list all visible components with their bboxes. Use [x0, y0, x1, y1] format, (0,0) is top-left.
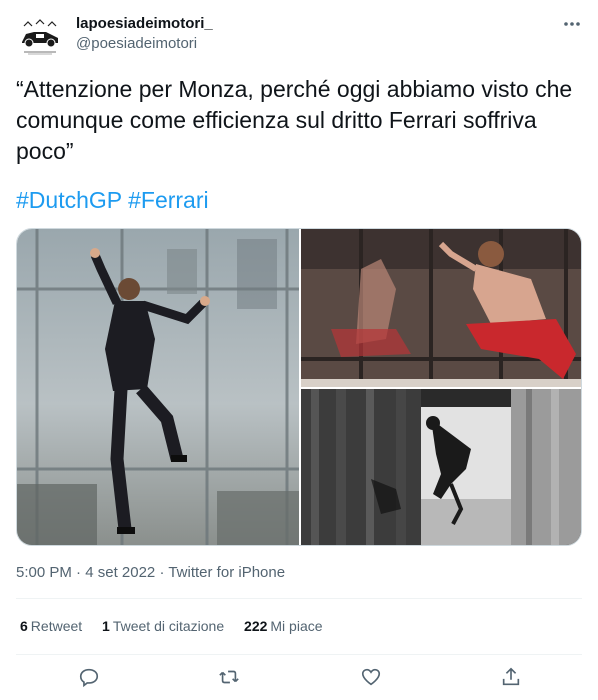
- photo-climbing-person[interactable]: [301, 229, 581, 387]
- tweet-time[interactable]: 5:00 PM: [16, 564, 72, 581]
- share-icon[interactable]: [498, 664, 524, 690]
- quotes-stat[interactable]: 1 Tweet di citazione: [102, 616, 224, 636]
- likes-count: 222: [244, 618, 268, 634]
- avatar[interactable]: [16, 12, 64, 60]
- likes-stat[interactable]: 222 Mi piace: [244, 616, 323, 636]
- tweet-date[interactable]: 4 set 2022: [85, 564, 155, 581]
- tweet-meta: 5:00 PM · 4 set 2022 · Twitter for iPhon…: [16, 563, 285, 583]
- hashtag-link[interactable]: #DutchGP: [16, 187, 122, 213]
- quotes-count: 1: [102, 618, 110, 634]
- tweet-actions: [16, 664, 582, 690]
- divider: [16, 598, 582, 599]
- heart-icon[interactable]: [358, 664, 384, 690]
- tweet-header: lapoesiadeimotori_ @poesiadeimotori: [16, 12, 582, 60]
- retweets-label: Retweet: [30, 618, 83, 634]
- car-logo-icon: [16, 12, 64, 60]
- tweet-text: “Attenzione per Monza, perché oggi abbia…: [16, 76, 573, 164]
- meta-separator: ·: [71, 564, 86, 581]
- hashtag-link[interactable]: #Ferrari: [128, 187, 209, 213]
- author-names: lapoesiadeimotori_ @poesiadeimotori: [76, 14, 213, 54]
- display-name[interactable]: lapoesiadeimotori_: [76, 14, 213, 34]
- reply-icon[interactable]: [76, 664, 102, 690]
- tweet-stats: 6 Retweet 1 Tweet di citazione 222 Mi piace: [20, 616, 339, 636]
- retweet-icon[interactable]: [216, 664, 242, 690]
- more-horizontal-icon[interactable]: [562, 14, 582, 34]
- divider: [16, 654, 582, 655]
- meta-separator: ·: [155, 564, 169, 581]
- tweet-card: lapoesiadeimotori_ @poesiadeimotori “Att…: [0, 0, 598, 700]
- photo-leaping-cat[interactable]: [301, 389, 581, 545]
- photo-climbing-man[interactable]: [17, 229, 299, 545]
- media-grid: [16, 228, 582, 546]
- hashtags: #DutchGP #Ferrari: [16, 185, 215, 216]
- likes-label: Mi piace: [270, 618, 323, 634]
- quotes-label: Tweet di citazione: [112, 618, 225, 634]
- tweet-source[interactable]: Twitter for iPhone: [168, 564, 285, 581]
- retweets-stat[interactable]: 6 Retweet: [20, 616, 82, 636]
- retweets-count: 6: [20, 618, 28, 634]
- user-handle[interactable]: @poesiadeimotori: [76, 34, 213, 54]
